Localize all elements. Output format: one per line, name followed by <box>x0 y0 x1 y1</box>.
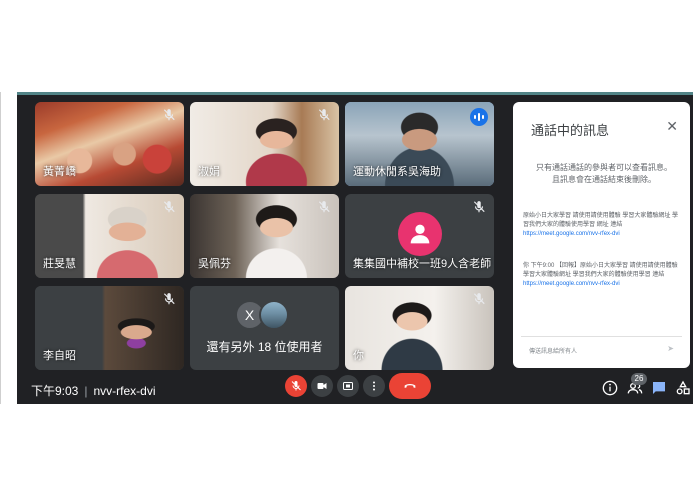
chat-icon[interactable] <box>650 379 668 397</box>
close-icon[interactable]: ✕ <box>666 118 678 135</box>
chat-message: 你 下午9:00 【回報】原始小日大家學習 請使用請使用體驗 學習大家體驗網址 … <box>523 262 683 289</box>
activities-icon[interactable] <box>674 379 692 397</box>
participant-name: 黃菁嶠 <box>43 166 76 178</box>
participant-tile[interactable]: 吳佩芬 <box>190 194 339 278</box>
mic-off-icon <box>162 292 176 306</box>
chat-message-text: 原始小日大家學習 請使用請使用體驗 學習大家體驗網址 學習我們大家的體驗使用學習… <box>523 213 679 228</box>
mic-off-icon <box>472 292 486 306</box>
participant-tile[interactable]: 李自昭 <box>35 286 184 370</box>
meet-call-window: 黃菁嶠 淑娟 運動休閒系吳海助 莊旻慧 吳佩芬 集集國中補校一班9人含老師 李自… <box>17 92 693 404</box>
speaking-indicator-icon <box>470 108 488 126</box>
separator: | <box>84 384 88 398</box>
panel-note: 只有通話通話的參與者可以查看訊息。且訊息會在通話結束後刪除。 <box>536 163 672 184</box>
participant-count-badge: 26 <box>631 373 647 385</box>
chat-input[interactable]: 傳送訊息給所有人 ➤ <box>521 336 682 360</box>
participant-name: 李自昭 <box>43 350 76 362</box>
mic-off-icon <box>472 200 486 214</box>
participant-name: 淑娟 <box>198 166 220 178</box>
mic-off-icon <box>317 108 331 122</box>
mic-off-icon <box>162 108 176 122</box>
page-top-whitespace <box>0 0 693 92</box>
present-icon <box>343 382 353 390</box>
chat-message-link[interactable]: https://meet.google.com/nvv-rfex-dvi <box>523 280 683 289</box>
chat-message-link[interactable]: https://meet.google.com/nvv-rfex-dvi <box>523 230 683 239</box>
person-icon <box>410 224 429 244</box>
chat-message-text: 你 下午9:00 【回報】原始小日大家學習 請使用請使用體驗 學習大家體驗網址 … <box>523 263 678 278</box>
present-button[interactable] <box>337 375 359 397</box>
participant-tile[interactable]: 淑娟 <box>190 102 339 186</box>
chat-input-placeholder: 傳送訊息給所有人 <box>529 349 578 355</box>
mic-off-icon <box>317 200 331 214</box>
self-view-tile[interactable]: 你 <box>345 286 494 370</box>
mic-toggle-button[interactable] <box>285 375 307 397</box>
more-participants-label: 還有另外 18 位使用者 <box>206 340 323 354</box>
in-call-messages-panel: 通話中的訊息 ✕ 只有通話通話的參與者可以查看訊息。且訊息會在通話結束後刪除。 … <box>513 102 690 368</box>
leave-call-button[interactable] <box>389 373 431 399</box>
send-icon[interactable]: ➤ <box>667 344 674 353</box>
more-options-button[interactable] <box>363 375 385 397</box>
meeting-code[interactable]: nvv-rfex-dvi <box>93 384 155 398</box>
participant-tile[interactable]: 莊旻慧 <box>35 194 184 278</box>
panel-title: 通話中的訊息 <box>531 123 610 138</box>
page-bottom-whitespace <box>0 404 693 491</box>
participant-name: 你 <box>353 350 364 362</box>
info-icon[interactable] <box>601 379 619 397</box>
avatar <box>258 300 289 330</box>
participant-tile-speaking[interactable]: 運動休閒系吳海助 <box>345 102 494 186</box>
meeting-details: 下午9:03 | nvv-rfex-dvi <box>31 382 156 399</box>
others-avatar-stack: X <box>234 300 295 330</box>
chat-message: 原始小日大家學習 請使用請使用體驗 學習大家體驗網址 學習我們大家的體驗使用學習… <box>523 212 683 239</box>
more-participants-tile[interactable]: X 還有另外 18 位使用者 <box>190 286 339 370</box>
more-vert-icon <box>373 381 375 391</box>
call-end-icon <box>404 384 416 388</box>
participant-tile[interactable]: 黃菁嶠 <box>35 102 184 186</box>
participant-name: 莊旻慧 <box>43 258 76 270</box>
meeting-time: 下午9:03 <box>31 384 79 398</box>
window-top-edge <box>17 92 693 95</box>
participant-tile[interactable]: 集集國中補校一班9人含老師 <box>345 194 494 278</box>
mic-off-icon <box>291 381 301 391</box>
videocam-icon <box>317 383 327 389</box>
avatar <box>397 212 442 256</box>
mic-off-icon <box>162 200 176 214</box>
participant-name: 集集國中補校一班9人含老師 <box>353 258 492 270</box>
camera-toggle-button[interactable] <box>311 375 333 397</box>
participant-name: 運動休閒系吳海助 <box>353 166 441 178</box>
participant-name: 吳佩芬 <box>198 258 231 270</box>
